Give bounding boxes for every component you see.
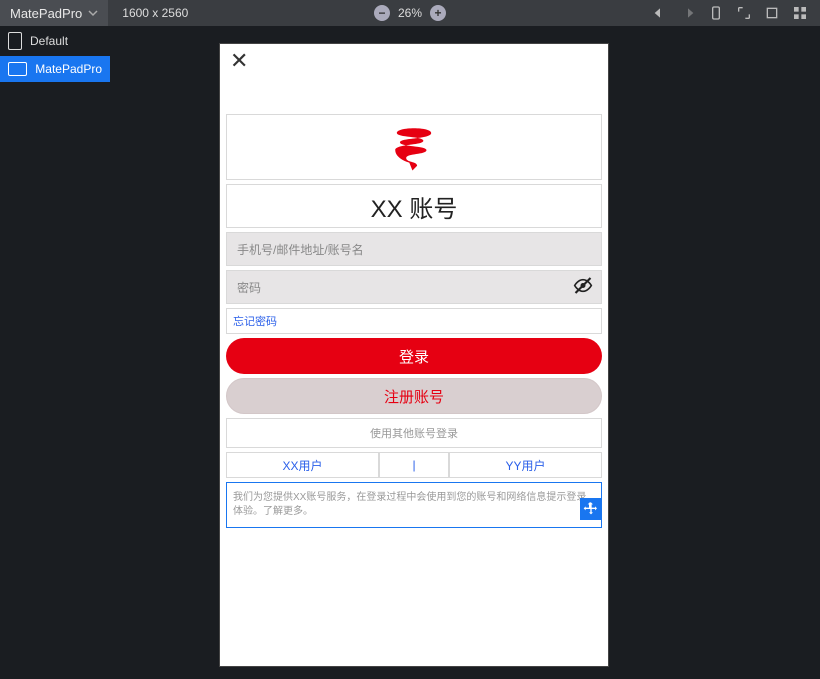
device-dropdown-label: MatePadPro	[10, 6, 82, 21]
zoom-controls: − 26% +	[374, 5, 446, 21]
dimensions-label: 1600 x 2560	[122, 6, 188, 20]
password-placeholder: 密码	[237, 279, 261, 296]
toolbar-right	[652, 5, 820, 21]
sso-divider: |	[379, 452, 449, 478]
tos-text: 我们为您提供XX账号服务，在登录过程中会使用到您的账号和网络信息提示登录体验。了…	[233, 492, 586, 517]
device-item-matepadpro[interactable]: MatePadPro	[0, 56, 110, 82]
redo-icon[interactable]	[680, 5, 696, 21]
grid-icon[interactable]	[792, 5, 808, 21]
device-item-label: Default	[30, 34, 68, 48]
close-icon[interactable]: ✕	[230, 50, 248, 72]
yy-user-link[interactable]: YY用户	[449, 452, 602, 478]
register-button[interactable]: 注册账号	[226, 378, 602, 414]
device-preview: ✕ XX 账号 手机号/邮件地址/账号名 密码 忘记密码 登录 注册账号	[220, 44, 608, 666]
other-login-label: 使用其他账号登录	[226, 418, 602, 448]
device-dropdown[interactable]: MatePadPro	[0, 0, 108, 26]
zoom-in-button[interactable]: +	[430, 5, 446, 21]
login-button-label: 登录	[399, 346, 429, 367]
tos-info: 我们为您提供XX账号服务，在登录过程中会使用到您的账号和网络信息提示登录体验。了…	[226, 482, 602, 528]
xx-user-link[interactable]: XX用户	[226, 452, 379, 478]
move-icon	[583, 501, 599, 517]
landscape-device-icon	[8, 62, 27, 76]
other-login-text: 使用其他账号登录	[370, 425, 458, 441]
forgot-password-link[interactable]: 忘记密码	[226, 308, 602, 334]
undo-icon[interactable]	[652, 5, 668, 21]
chevron-down-icon	[88, 6, 98, 21]
register-button-label: 注册账号	[384, 386, 444, 407]
password-field[interactable]: 密码	[226, 270, 602, 304]
square-icon[interactable]	[764, 5, 780, 21]
sso-options: XX用户 | YY用户	[226, 452, 602, 478]
xx-user-label: XX用户	[282, 457, 322, 474]
login-button[interactable]: 登录	[226, 338, 602, 374]
divider-char: |	[412, 458, 415, 472]
top-toolbar: MatePadPro 1600 x 2560 − 26% +	[0, 0, 820, 26]
yy-user-label: YY用户	[505, 457, 545, 474]
device-list: Default MatePadPro	[0, 26, 110, 82]
tornado-logo-icon	[389, 122, 439, 172]
zoom-out-button[interactable]: −	[374, 5, 390, 21]
move-handle[interactable]	[580, 498, 602, 520]
expand-icon[interactable]	[736, 5, 752, 21]
page-title: XX 账号	[226, 184, 602, 228]
rotate-device-icon[interactable]	[708, 5, 724, 21]
username-field[interactable]: 手机号/邮件地址/账号名	[226, 232, 602, 266]
title-text: XX 账号	[371, 189, 458, 224]
device-item-default[interactable]: Default	[0, 26, 110, 56]
portrait-device-icon	[8, 32, 22, 50]
app-logo	[226, 114, 602, 180]
zoom-percent: 26%	[398, 6, 422, 20]
toggle-password-visibility-icon[interactable]	[573, 276, 593, 299]
forgot-password-text: 忘记密码	[233, 313, 277, 329]
device-item-label: MatePadPro	[35, 62, 102, 76]
username-placeholder: 手机号/邮件地址/账号名	[237, 241, 364, 258]
